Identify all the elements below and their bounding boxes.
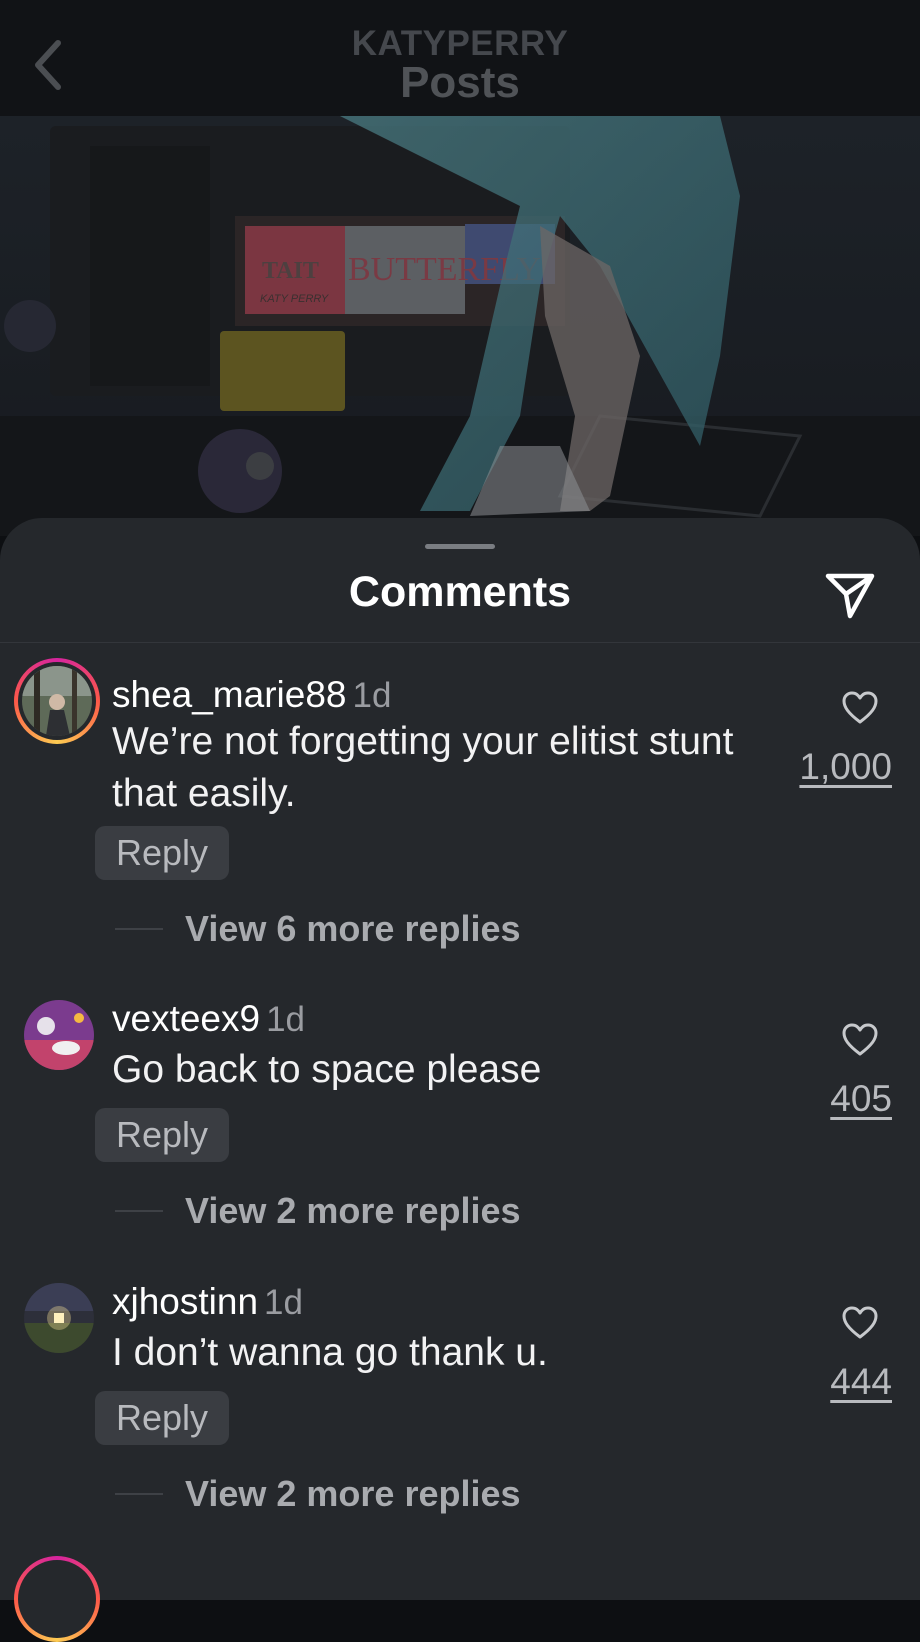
heart-icon[interactable] xyxy=(840,688,880,728)
share-button[interactable] xyxy=(822,568,882,628)
reply-button[interactable]: Reply xyxy=(95,1108,229,1162)
comment-text: Go back to space please xyxy=(112,1048,542,1091)
view-more-replies[interactable]: View 2 more replies xyxy=(115,1473,521,1515)
timestamp: 1d xyxy=(352,676,392,715)
heart-icon[interactable] xyxy=(840,1303,880,1343)
like-count[interactable]: 444 xyxy=(830,1361,892,1403)
post-image: TAIT KATY PERRY BUTTERFLY xyxy=(0,116,920,536)
thread-line xyxy=(115,1493,163,1495)
comment-header: xjhostinn 1d xyxy=(112,1281,303,1323)
reply-button[interactable]: Reply xyxy=(95,1391,229,1445)
username[interactable]: shea_marie88 xyxy=(112,674,346,715)
thread-line xyxy=(115,928,163,930)
sign-sub: KATY PERRY xyxy=(260,293,329,305)
username[interactable]: vexteex9 xyxy=(112,998,260,1039)
avatar[interactable] xyxy=(24,1000,94,1070)
sign-brand: TAIT xyxy=(262,258,319,284)
story-ring[interactable] xyxy=(14,658,100,744)
paper-plane-icon xyxy=(825,573,875,619)
comment-text: We’re not forgetting your elitist stunt … xyxy=(112,720,734,815)
username[interactable]: xjhostinn xyxy=(112,1281,258,1322)
view-more-replies[interactable]: View 6 more replies xyxy=(115,908,521,950)
comment-text: I don’t wanna go thank u. xyxy=(112,1331,548,1374)
view-more-label: View 2 more replies xyxy=(185,1473,521,1514)
divider xyxy=(0,642,920,643)
view-more-replies[interactable]: View 2 more replies xyxy=(115,1190,521,1232)
like-count[interactable]: 1,000 xyxy=(799,746,892,788)
page-title: Posts xyxy=(400,58,520,107)
heart-icon[interactable] xyxy=(840,1020,880,1060)
view-more-label: View 6 more replies xyxy=(185,908,521,949)
comment-header: shea_marie88 1d xyxy=(112,674,391,716)
comments-title: Comments xyxy=(348,568,572,616)
like-count[interactable]: 405 xyxy=(830,1078,892,1120)
sheet-grabber[interactable] xyxy=(425,544,495,549)
post-photo: TAIT KATY PERRY BUTTERFLY xyxy=(0,116,920,536)
thread-line xyxy=(115,1210,163,1212)
comments-sheet: Comments shea_marie88 1d We’re not forge… xyxy=(0,518,920,1642)
story-ring[interactable] xyxy=(14,1556,100,1642)
view-more-label: View 2 more replies xyxy=(185,1190,521,1231)
top-bar: KATYPERRY Posts xyxy=(0,0,920,116)
avatar[interactable] xyxy=(24,1283,94,1353)
reply-button[interactable]: Reply xyxy=(95,826,229,880)
timestamp: 1d xyxy=(264,1283,303,1322)
timestamp: 1d xyxy=(266,1000,306,1039)
avatar[interactable] xyxy=(22,666,92,736)
comment-header: vexteex9 1d xyxy=(112,998,305,1040)
